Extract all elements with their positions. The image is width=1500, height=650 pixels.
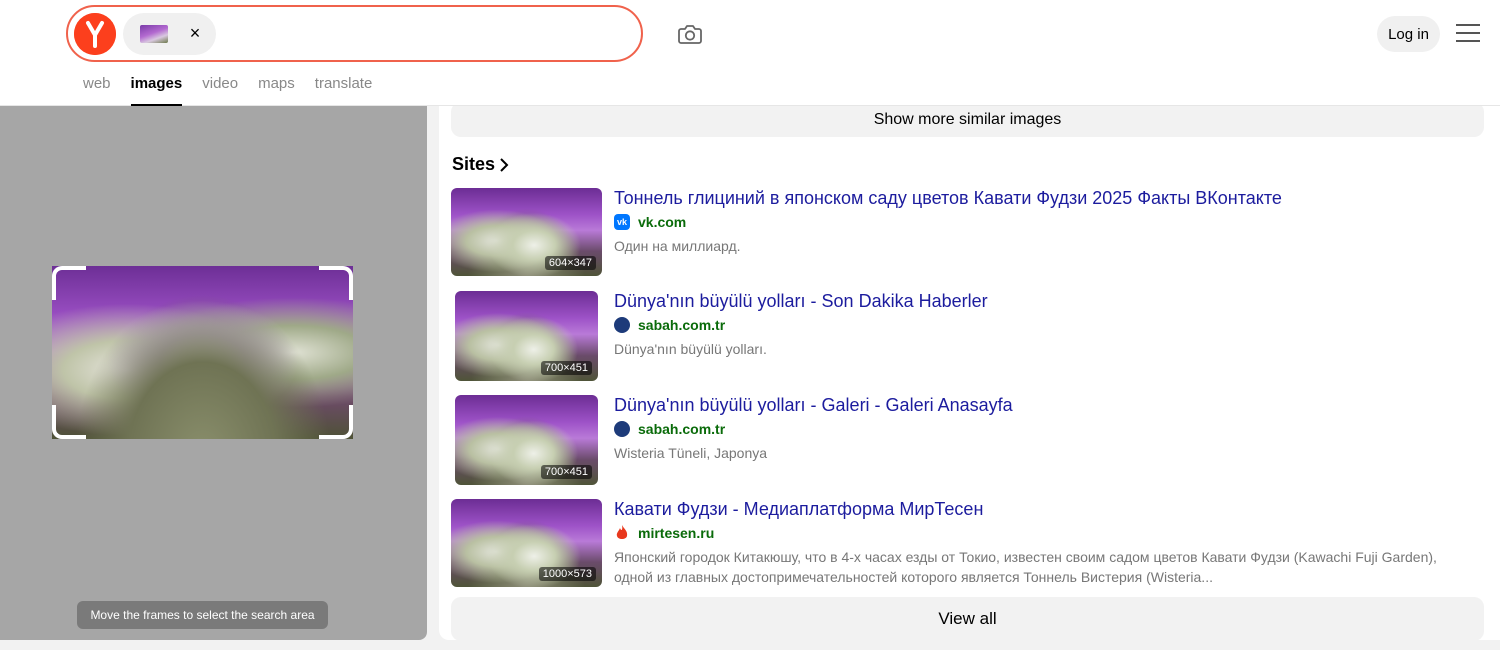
result-title-link[interactable]: Dünya'nın büyülü yolları - Galeri - Gale… xyxy=(614,395,1013,416)
result-title-link[interactable]: Dünya'nın büyülü yolları - Son Dakika Ha… xyxy=(614,291,988,312)
flame-icon xyxy=(614,525,630,541)
result-description: Японский городок Китакюшу, что в 4-х час… xyxy=(614,549,1437,585)
result-site-label: sabah.com.tr xyxy=(638,421,726,437)
query-image-chip[interactable]: × xyxy=(123,13,216,55)
image-preview-panel: Move the frames to select the search are… xyxy=(0,106,427,640)
show-more-similar-button[interactable]: Show more similar images xyxy=(451,106,1484,137)
tab-images[interactable]: images xyxy=(130,75,182,106)
result-site-label: mirtesen.ru xyxy=(638,525,715,541)
tab-video[interactable]: video xyxy=(202,75,238,103)
sabah-icon xyxy=(614,421,630,437)
image-size-badge: 700×451 xyxy=(540,465,592,479)
sabah-icon xyxy=(614,317,630,333)
nav-tabs: web images video maps translate xyxy=(83,75,392,106)
result-thumbnail[interactable]: 700×451 xyxy=(455,395,598,485)
site-result: 1000×573 Кавати Фудзи - Медиаплатформа М… xyxy=(451,499,1491,589)
result-description: Dünya'nın büyülü yolları. xyxy=(614,341,767,357)
sites-heading[interactable]: Sites xyxy=(452,154,509,175)
image-size-badge: 1000×573 xyxy=(538,567,596,581)
result-title-link[interactable]: Кавати Фудзи - Медиаплатформа МирТесен xyxy=(614,499,983,520)
search-bar[interactable]: × xyxy=(66,5,643,62)
crop-hint: Move the frames to select the search are… xyxy=(77,601,328,629)
result-site[interactable]: sabah.com.tr xyxy=(614,421,725,437)
site-result: 700×451 Dünya'nın büyülü yolları - Galer… xyxy=(451,395,1491,485)
vk-icon: vk xyxy=(614,214,630,230)
query-image-preview[interactable] xyxy=(52,266,353,439)
result-site[interactable]: vk vk.com xyxy=(614,214,686,230)
result-site[interactable]: sabah.com.tr xyxy=(614,317,725,333)
result-thumbnail[interactable]: 1000×573 xyxy=(451,499,602,587)
menu-icon[interactable] xyxy=(1456,24,1480,44)
image-size-badge: 604×347 xyxy=(544,256,596,270)
crop-handle-top-left[interactable] xyxy=(52,266,86,300)
image-size-badge: 700×451 xyxy=(540,361,592,375)
site-result: 700×451 Dünya'nın büyülü yolları - Son D… xyxy=(451,291,1491,381)
result-site-label: vk.com xyxy=(638,214,687,230)
results-panel: Show more similar images Sites 604×347 Т… xyxy=(439,106,1500,640)
chevron-right-icon xyxy=(500,157,509,172)
result-description: Один на миллиард. xyxy=(614,238,741,254)
view-all-button[interactable]: View all xyxy=(451,597,1484,640)
tab-web[interactable]: web xyxy=(83,75,111,103)
close-icon[interactable]: × xyxy=(183,21,207,45)
yandex-logo[interactable] xyxy=(74,13,116,55)
crop-handle-top-right[interactable] xyxy=(319,266,353,300)
query-image-thumbnail[interactable] xyxy=(140,25,168,43)
result-site-label: sabah.com.tr xyxy=(638,317,726,333)
result-title-link[interactable]: Тоннель глициний в японском саду цветов … xyxy=(614,188,1282,209)
tab-translate[interactable]: translate xyxy=(315,75,373,103)
result-thumbnail[interactable]: 700×451 xyxy=(455,291,598,381)
sites-title-label: Sites xyxy=(452,154,496,174)
tab-maps[interactable]: maps xyxy=(258,75,295,103)
login-button[interactable]: Log in xyxy=(1377,16,1440,52)
result-description: Wisteria Tüneli, Japonya xyxy=(614,445,768,461)
header: × Log in web images video maps translate xyxy=(0,0,1500,106)
crop-handle-bottom-right[interactable] xyxy=(319,405,353,439)
site-result: 604×347 Тоннель глициний в японском саду… xyxy=(451,188,1491,278)
camera-icon[interactable] xyxy=(676,20,704,48)
crop-handle-bottom-left[interactable] xyxy=(52,405,86,439)
result-thumbnail[interactable]: 604×347 xyxy=(451,188,602,276)
result-site[interactable]: mirtesen.ru xyxy=(614,525,714,541)
yandex-logo-icon xyxy=(74,13,116,55)
